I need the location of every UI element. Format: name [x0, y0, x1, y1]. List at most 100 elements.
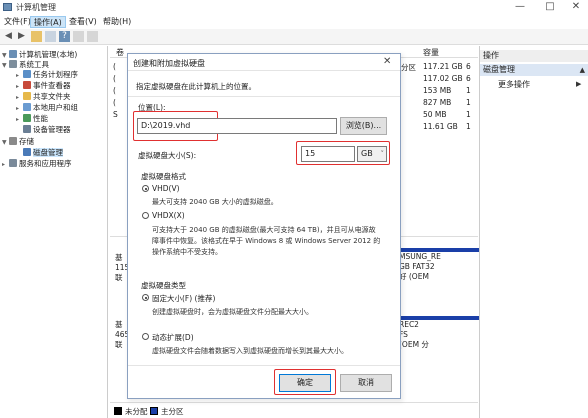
- dialog-instruction: 指定虚拟硬盘在此计算机上的位置。: [136, 82, 256, 91]
- properties-icon[interactable]: [73, 31, 84, 42]
- legend-unallocated: 未分配: [125, 407, 148, 416]
- vhdx-label[interactable]: VHDX(X): [152, 211, 185, 220]
- tree-item-local-users[interactable]: ▸ 本地用户和组: [16, 103, 78, 113]
- disk-icon: [23, 148, 31, 156]
- dynamic-description: 虚拟硬盘文件会随着数据写入到虚拟硬盘而增长到其最大大小。: [152, 347, 348, 355]
- ok-button[interactable]: 确定: [279, 374, 331, 392]
- capacity-cell: 117.02 GB: [423, 74, 463, 83]
- close-icon[interactable]: ✕: [564, 1, 588, 13]
- users-icon: [23, 103, 31, 111]
- event-icon: [23, 81, 31, 89]
- forward-icon[interactable]: ▶: [16, 31, 27, 42]
- chevron-right-icon[interactable]: ▸: [16, 115, 23, 125]
- capacity-cell: 117.21 GB: [423, 62, 463, 71]
- partition-block[interactable]: REC2 FS (OEM 分: [395, 316, 479, 356]
- storage-icon: [9, 137, 17, 145]
- chevron-right-icon[interactable]: ▸: [16, 82, 23, 92]
- actions-pane: 操作 磁盘管理 ▲ 更多操作 ▶: [479, 46, 588, 418]
- tree-item-system-tools[interactable]: ▼ 系统工具: [2, 60, 49, 70]
- dynamic-radio[interactable]: [142, 333, 149, 340]
- free-cell: 1: [466, 122, 471, 131]
- free-cell: 1: [466, 98, 471, 107]
- tree-item-shared-folders[interactable]: ▸ 共享文件夹: [16, 92, 71, 102]
- unallocated-swatch: [114, 407, 122, 415]
- capacity-cell: 11.61 GB: [423, 122, 458, 131]
- volume-cell[interactable]: (: [113, 62, 116, 71]
- partition-block[interactable]: MSUNG_RE GB FAT32 好 (OEM: [395, 248, 479, 294]
- chevron-right-icon[interactable]: ▸: [16, 104, 23, 114]
- chevron-right-icon[interactable]: ▸: [16, 71, 23, 81]
- chevron-down-icon[interactable]: ▼: [2, 61, 9, 71]
- cancel-button[interactable]: 取消: [340, 374, 392, 392]
- performance-icon: [23, 114, 31, 122]
- volume-cell[interactable]: (: [113, 98, 116, 107]
- more-actions-link[interactable]: 更多操作: [498, 79, 530, 90]
- chevron-right-icon[interactable]: ▸: [16, 93, 23, 103]
- column-header-volume[interactable]: 卷: [116, 47, 124, 58]
- volume-cell[interactable]: (: [113, 74, 116, 83]
- back-icon[interactable]: ◀: [3, 31, 14, 42]
- volume-cell[interactable]: (: [113, 86, 116, 95]
- vhdx-description-3: 操作系统中不受支持。: [152, 248, 222, 256]
- primary-swatch: [150, 407, 158, 415]
- list-view-icon[interactable]: [87, 31, 98, 42]
- tree-item-services-apps[interactable]: ▸ 服务和应用程序: [2, 159, 72, 169]
- fixed-size-label[interactable]: 固定大小(F) (推荐): [152, 293, 215, 304]
- vhd-description: 最大可支持 2040 GB 大小的虚拟磁盘。: [152, 198, 278, 206]
- minimize-icon[interactable]: —: [508, 1, 532, 13]
- fixed-size-description: 创建虚拟硬盘时，会为虚拟硬盘文件分配最大大小。: [152, 308, 313, 316]
- dynamic-label[interactable]: 动态扩展(D): [152, 332, 194, 343]
- volume-cell[interactable]: S: [113, 110, 118, 119]
- legend-primary: 主分区: [161, 407, 184, 416]
- type-label: 虚拟硬盘类型: [141, 281, 186, 290]
- fixed-size-radio[interactable]: [142, 294, 149, 301]
- dialog-title: 创建和附加虚拟硬盘: [133, 59, 205, 68]
- size-label: 虚拟硬盘大小(S):: [138, 151, 197, 160]
- location-input[interactable]: D:\2019.vhd: [137, 118, 337, 134]
- browse-button[interactable]: 浏览(B)...: [340, 117, 387, 135]
- folder-icon: [23, 92, 31, 100]
- chevron-down-icon[interactable]: ▼: [2, 138, 9, 148]
- tree-item-disk-management[interactable]: 磁盘管理: [16, 148, 63, 158]
- size-input[interactable]: 15: [301, 146, 355, 162]
- chevron-right-icon[interactable]: ▸: [2, 160, 9, 170]
- format-label: 虚拟硬盘格式: [141, 172, 186, 181]
- menu-view[interactable]: 查看(V): [66, 16, 100, 28]
- vhdx-radio[interactable]: [142, 212, 149, 219]
- vhdx-description-2: 障事件中恢复。该格式在早于 Windows 8 或 Windows Server…: [152, 237, 381, 245]
- tree-item-computer-management[interactable]: ▼ 计算机管理(本地): [2, 50, 77, 60]
- title-bar: 计算机管理 — □ ✕: [0, 0, 588, 14]
- console-tree-icon[interactable]: [45, 31, 56, 42]
- actions-section[interactable]: 磁盘管理 ▲: [480, 64, 588, 76]
- close-icon[interactable]: ✕: [383, 56, 391, 67]
- clock-icon: [23, 70, 31, 78]
- vhd-label[interactable]: VHD(V): [152, 184, 180, 193]
- help-icon[interactable]: ?: [59, 31, 70, 42]
- folder-up-icon[interactable]: [31, 31, 42, 42]
- tree-item-event-viewer[interactable]: ▸ 事件查看器: [16, 81, 71, 91]
- actions-header: 操作: [480, 50, 588, 62]
- vhd-radio[interactable]: [142, 185, 149, 192]
- tree-item-performance[interactable]: ▸ 性能: [16, 114, 48, 124]
- create-vhd-dialog: 创建和附加虚拟硬盘 ✕ 指定虚拟硬盘在此计算机上的位置。 位置(L): D:\2…: [127, 53, 401, 399]
- console-tree: ▼ 计算机管理(本地) ▼ 系统工具 ▸ 任务计划程序 ▸ 事件查看器 ▸ 共享文件夹 ▸…: [0, 46, 108, 418]
- chevron-right-icon[interactable]: ▶: [576, 80, 581, 88]
- tree-item-storage[interactable]: ▼ 存储: [2, 137, 34, 147]
- actions-section-label: 磁盘管理: [483, 65, 515, 74]
- window-title: 计算机管理: [16, 3, 56, 12]
- menu-help[interactable]: 帮助(H): [100, 16, 134, 28]
- column-header-capacity[interactable]: 容量: [423, 47, 439, 58]
- maximize-icon[interactable]: □: [538, 1, 562, 13]
- chevron-up-icon[interactable]: ▲: [580, 64, 585, 76]
- tree-item-task-scheduler[interactable]: ▸ 任务计划程序: [16, 70, 78, 80]
- chevron-down-icon[interactable]: ˅: [381, 147, 385, 161]
- free-cell: 6: [466, 74, 471, 83]
- menu-action[interactable]: 操作(A): [30, 16, 66, 28]
- size-unit-select[interactable]: GB ˅: [357, 146, 387, 162]
- list-fragment: 分区: [401, 63, 416, 72]
- free-cell: 1: [466, 86, 471, 95]
- tools-icon: [9, 60, 17, 68]
- free-cell: 6: [466, 62, 471, 71]
- tree-item-device-manager[interactable]: 设备管理器: [16, 125, 71, 135]
- menu-file[interactable]: 文件(F): [1, 16, 34, 28]
